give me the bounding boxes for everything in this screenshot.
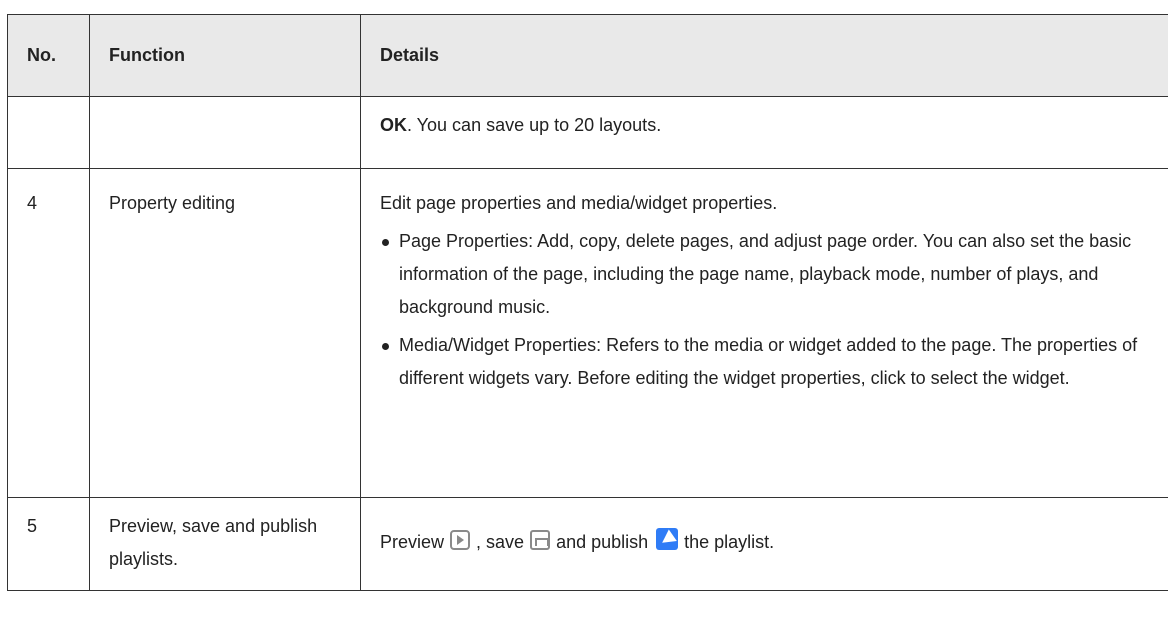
table-row: 4 Property editing Edit page properties …	[7, 168, 1168, 498]
cell-function: Preview, save and publish playlists.	[89, 497, 361, 591]
cell-details: Edit page properties and media/widget pr…	[360, 168, 1168, 498]
preview-icon	[450, 530, 471, 550]
bullet-media-widget-properties: Media/Widget Properties: Refers to the m…	[380, 329, 1165, 395]
cell-function: Property editing	[89, 168, 361, 498]
cell-details: Preview, save and publish the playlist.	[360, 497, 1168, 591]
cell-no: 5	[7, 497, 90, 591]
details-text: Preview, save and publish the playlist.	[380, 526, 1165, 559]
header-details: Details	[360, 14, 1168, 97]
details-text: OK. You can save up to 20 layouts.	[380, 109, 1165, 142]
header-function: Function	[89, 14, 361, 97]
save-icon	[530, 530, 551, 550]
header-no: No.	[7, 14, 90, 97]
bullet-page-properties: Page Properties: Add, copy, delete pages…	[380, 225, 1165, 324]
details-intro: Edit page properties and media/widget pr…	[380, 193, 778, 213]
function-table: No. Function Details OK. You can save up…	[7, 14, 1168, 591]
table-row: OK. You can save up to 20 layouts.	[7, 96, 1168, 169]
cell-function	[89, 96, 361, 169]
cell-no: 4	[7, 168, 90, 498]
publish-icon	[656, 528, 679, 550]
details-bold: OK	[380, 115, 407, 135]
details-rest: . You can save up to 20 layouts.	[407, 115, 662, 135]
cell-details: OK. You can save up to 20 layouts.	[360, 96, 1168, 169]
cell-no	[7, 96, 90, 169]
table-row: 5 Preview, save and publish playlists. P…	[7, 497, 1168, 591]
table-header-row: No. Function Details	[7, 14, 1168, 97]
